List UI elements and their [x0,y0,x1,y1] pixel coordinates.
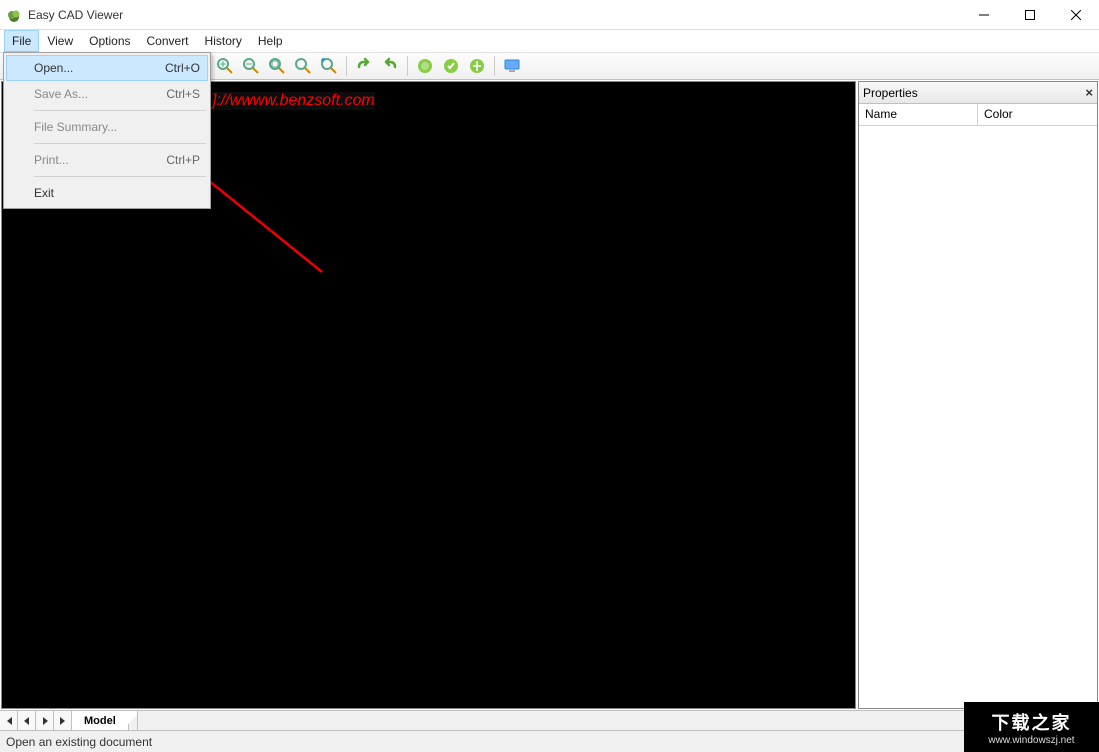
app-icon [6,7,22,23]
menu-item-label: Print... [34,153,69,167]
menu-help[interactable]: Help [250,30,291,52]
tab-nav-next-icon[interactable] [36,711,54,730]
menu-options[interactable]: Options [81,30,138,52]
watermark: 下载之家 www.windowszj.net [964,702,1099,752]
menu-item-print[interactable]: Print... Ctrl+P [6,147,208,173]
menubar: File View Options Convert History Help [0,30,1099,52]
status-hint: Open an existing document [6,735,152,749]
zoom-out-icon[interactable] [239,54,263,78]
menu-item-label: Save As... [34,87,88,101]
zoom-window-icon[interactable] [265,54,289,78]
menu-item-shortcut: Ctrl+P [166,153,200,167]
menu-item-label: Open... [34,61,73,75]
properties-title: Properties [863,86,918,100]
menu-item-shortcut: Ctrl+O [165,61,200,75]
toolbar-monitor-icon[interactable] [500,54,524,78]
zoom-in-icon[interactable] [213,54,237,78]
tab-nav-prev-icon[interactable] [18,711,36,730]
file-dropdown: Open... Ctrl+O Save As... Ctrl+S File Su… [3,52,211,209]
tab-spacer [129,711,996,730]
tab-model[interactable]: Model [72,711,129,730]
menu-history[interactable]: History [197,30,250,52]
canvas-url-text: ]://wwww.benzsoft.com [212,92,375,110]
properties-close-icon[interactable]: × [1085,85,1093,100]
toolbar-separator [407,56,408,76]
toolbar-circle-2-icon[interactable] [439,54,463,78]
statusbar: Open an existing document P [0,730,1099,752]
tab-bar: Model Layer A Font [0,710,1099,730]
menu-item-file-summary[interactable]: File Summary... [6,114,208,140]
close-button[interactable] [1053,0,1099,29]
menu-item-save-as[interactable]: Save As... Ctrl+S [6,81,208,107]
menu-separator [34,143,206,144]
menu-item-exit[interactable]: Exit [6,180,208,206]
properties-header: Properties × [859,82,1097,104]
properties-panel: Properties × Name Color [858,81,1098,709]
minimize-button[interactable] [961,0,1007,29]
zoom-extents-icon[interactable] [317,54,341,78]
menu-view[interactable]: View [39,30,81,52]
menu-item-label: File Summary... [34,120,117,134]
menu-item-open[interactable]: Open... Ctrl+O [6,55,208,81]
menu-separator [34,110,206,111]
menu-item-shortcut: Ctrl+S [166,87,200,101]
zoom-fit-icon[interactable] [291,54,315,78]
titlebar: Easy CAD Viewer [0,0,1099,30]
menu-item-label: Exit [34,186,54,200]
toolbar-circle-3-icon[interactable] [465,54,489,78]
tab-nav-first-icon[interactable] [0,711,18,730]
maximize-button[interactable] [1007,0,1053,29]
watermark-url: www.windowszj.net [988,735,1074,746]
redo-icon[interactable] [352,54,376,78]
menu-convert[interactable]: Convert [139,30,197,52]
app-title: Easy CAD Viewer [28,8,961,22]
toolbar-separator [346,56,347,76]
watermark-text: 下载之家 [992,709,1072,735]
toolbar-circle-1-icon[interactable] [413,54,437,78]
undo-icon[interactable] [378,54,402,78]
column-name[interactable]: Name [859,104,978,125]
toolbar-separator [494,56,495,76]
tab-label: Model [84,715,116,727]
tab-nav-last-icon[interactable] [54,711,72,730]
window-controls [961,0,1099,29]
menu-separator [34,176,206,177]
properties-columns: Name Color [859,104,1097,126]
menu-file[interactable]: File [4,30,39,52]
column-color[interactable]: Color [978,104,1097,125]
